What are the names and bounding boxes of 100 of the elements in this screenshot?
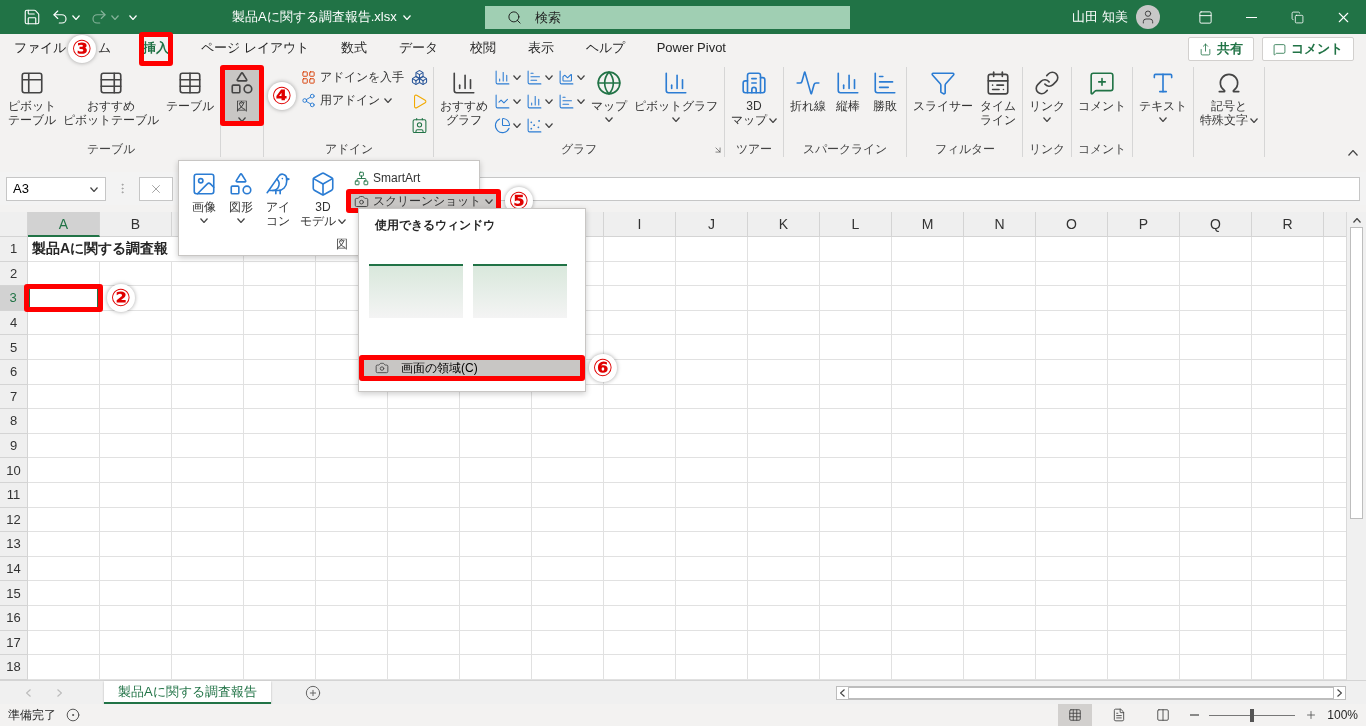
ribbon-button[interactable]: 縦棒 — [830, 67, 866, 115]
row-header[interactable]: 10 — [0, 458, 28, 483]
column-header[interactable]: O — [1036, 212, 1108, 237]
table-cell — [676, 359, 748, 385]
row-header[interactable]: 17 — [0, 630, 28, 656]
column-header[interactable]: N — [964, 212, 1036, 237]
ribbon-button[interactable]: テキスト — [1136, 67, 1190, 124]
ribbon-tab[interactable]: Power Pivot — [656, 34, 726, 64]
ribbon-button[interactable]: おすすめ グラフ — [437, 67, 491, 129]
ribbon-button[interactable]: SmartArt — [350, 168, 497, 188]
comment-button[interactable]: コメント — [1262, 37, 1354, 61]
table-cell — [316, 458, 388, 483]
row-header[interactable]: 11 — [0, 482, 28, 508]
search-field[interactable]: 検索 — [484, 5, 850, 29]
ribbon-button[interactable]: 3D マップ — [728, 67, 780, 129]
column-header[interactable]: M — [892, 212, 964, 237]
row-header[interactable]: 18 — [0, 655, 28, 680]
table-cell — [1108, 384, 1180, 410]
row-header[interactable]: 2 — [0, 261, 28, 287]
ribbon-icon-button[interactable] — [492, 115, 523, 136]
table-cell — [964, 655, 1036, 680]
table-cell — [964, 335, 1036, 360]
ribbon-button[interactable]: 画像 — [186, 168, 222, 225]
row-header[interactable]: 8 — [0, 409, 28, 434]
ribbon-button[interactable]: 折れ線 — [787, 67, 829, 115]
vertical-scrollbar[interactable] — [1346, 212, 1366, 680]
ribbon-tab[interactable]: 校閲 — [469, 34, 496, 64]
row-header[interactable]: 14 — [0, 556, 28, 582]
zoom-level: 100% — [1327, 708, 1358, 722]
ribbon-button[interactable]: テーブル — [163, 67, 217, 115]
ribbon-button[interactable]: ピボット テーブル — [5, 67, 59, 129]
row-header[interactable]: 7 — [0, 384, 28, 410]
row-header[interactable]: 4 — [0, 310, 28, 336]
table-cell — [748, 655, 820, 680]
table-cell — [820, 433, 892, 459]
table-cell — [1180, 630, 1252, 656]
scrollbar-thumb[interactable] — [848, 686, 1334, 699]
ribbon-button[interactable]: 勝敗 — [867, 67, 903, 115]
view-button[interactable] — [1058, 704, 1093, 726]
table-cell — [172, 532, 244, 557]
table-cell — [316, 581, 388, 606]
share-button[interactable]: 共有 — [1188, 37, 1254, 61]
ribbon-tab[interactable]: 表示 — [527, 34, 554, 64]
ribbon-tab[interactable]: ファイル — [14, 34, 66, 64]
table-cell — [748, 384, 820, 410]
table-cell — [172, 556, 244, 582]
column-header[interactable]: J — [676, 212, 748, 237]
ribbon-tab[interactable]: ページ レイアウト — [201, 34, 309, 64]
row-header[interactable]: 13 — [0, 532, 28, 557]
row-header[interactable]: 12 — [0, 507, 28, 533]
ribbon-button[interactable]: ピボットグラフ — [631, 67, 721, 124]
sheet-tab[interactable]: 製品Aに関する調査報告 — [104, 681, 271, 704]
column-header[interactable]: K — [748, 212, 820, 237]
row-header[interactable]: 15 — [0, 581, 28, 606]
ribbon-icon-button[interactable] — [409, 67, 430, 88]
ribbon-button[interactable]: 3D モデル — [297, 168, 349, 230]
horizontal-scrollbar[interactable] — [836, 685, 1346, 700]
ribbon-button[interactable]: おすすめ ピボットテーブル — [60, 67, 162, 129]
row-header[interactable]: 16 — [0, 605, 28, 631]
ribbon-button[interactable]: タイム ライン — [977, 67, 1019, 129]
column-header[interactable]: I — [604, 212, 676, 237]
column-header[interactable]: R — [1252, 212, 1324, 237]
window-thumbnail[interactable] — [473, 264, 567, 318]
ribbon-button[interactable]: アイ コン — [260, 168, 296, 230]
name-box[interactable]: A3 — [6, 176, 106, 201]
ribbon-tab[interactable]: 挿入 — [143, 34, 169, 64]
row-header[interactable]: 5 — [0, 335, 28, 360]
ribbon-tab[interactable]: ヘルプ — [585, 34, 625, 64]
table-cell — [100, 409, 172, 434]
table-cell — [1180, 384, 1252, 410]
ribbon-icon-button[interactable] — [409, 115, 430, 136]
avatar[interactable] — [1136, 5, 1160, 29]
table-cell — [1180, 507, 1252, 533]
cancel-button[interactable] — [139, 176, 173, 201]
ribbon-button[interactable]: コメント — [1075, 67, 1129, 115]
ribbon-tab[interactable]: 数式 — [340, 34, 367, 64]
table-cell — [172, 433, 244, 459]
ribbon-tab[interactable]: ム — [98, 34, 111, 64]
window-thumbnail[interactable] — [369, 264, 463, 318]
column-header[interactable]: L — [820, 212, 892, 237]
scrollbar-thumb[interactable] — [1350, 227, 1363, 519]
row-header[interactable]: 6 — [0, 359, 28, 385]
column-header[interactable]: Q — [1180, 212, 1252, 237]
ribbon-button[interactable]: スライサー — [910, 67, 976, 115]
ribbon-button[interactable]: アドインを入手 — [297, 67, 408, 87]
row-header[interactable]: 9 — [0, 433, 28, 459]
ribbon-button[interactable]: マップ — [588, 67, 630, 124]
slider-thumb[interactable] — [1250, 708, 1255, 722]
column-header[interactable]: P — [1108, 212, 1180, 237]
ribbon-button[interactable]: 図形 — [223, 168, 259, 225]
ribbon-button[interactable]: 用アドイン — [297, 90, 408, 110]
ribbon-tab[interactable]: データ — [398, 34, 438, 64]
ribbon-button[interactable]: リンク — [1026, 67, 1068, 124]
row-header[interactable]: 1 — [0, 237, 28, 262]
ribbon-button[interactable]: 記号と 特殊文字 — [1197, 67, 1261, 129]
column-header[interactable]: A — [28, 212, 100, 237]
person-card-icon — [411, 117, 428, 134]
bar-chart-icon — [526, 93, 543, 110]
column-header[interactable]: B — [100, 212, 172, 237]
bar-chart-icon — [526, 69, 543, 86]
